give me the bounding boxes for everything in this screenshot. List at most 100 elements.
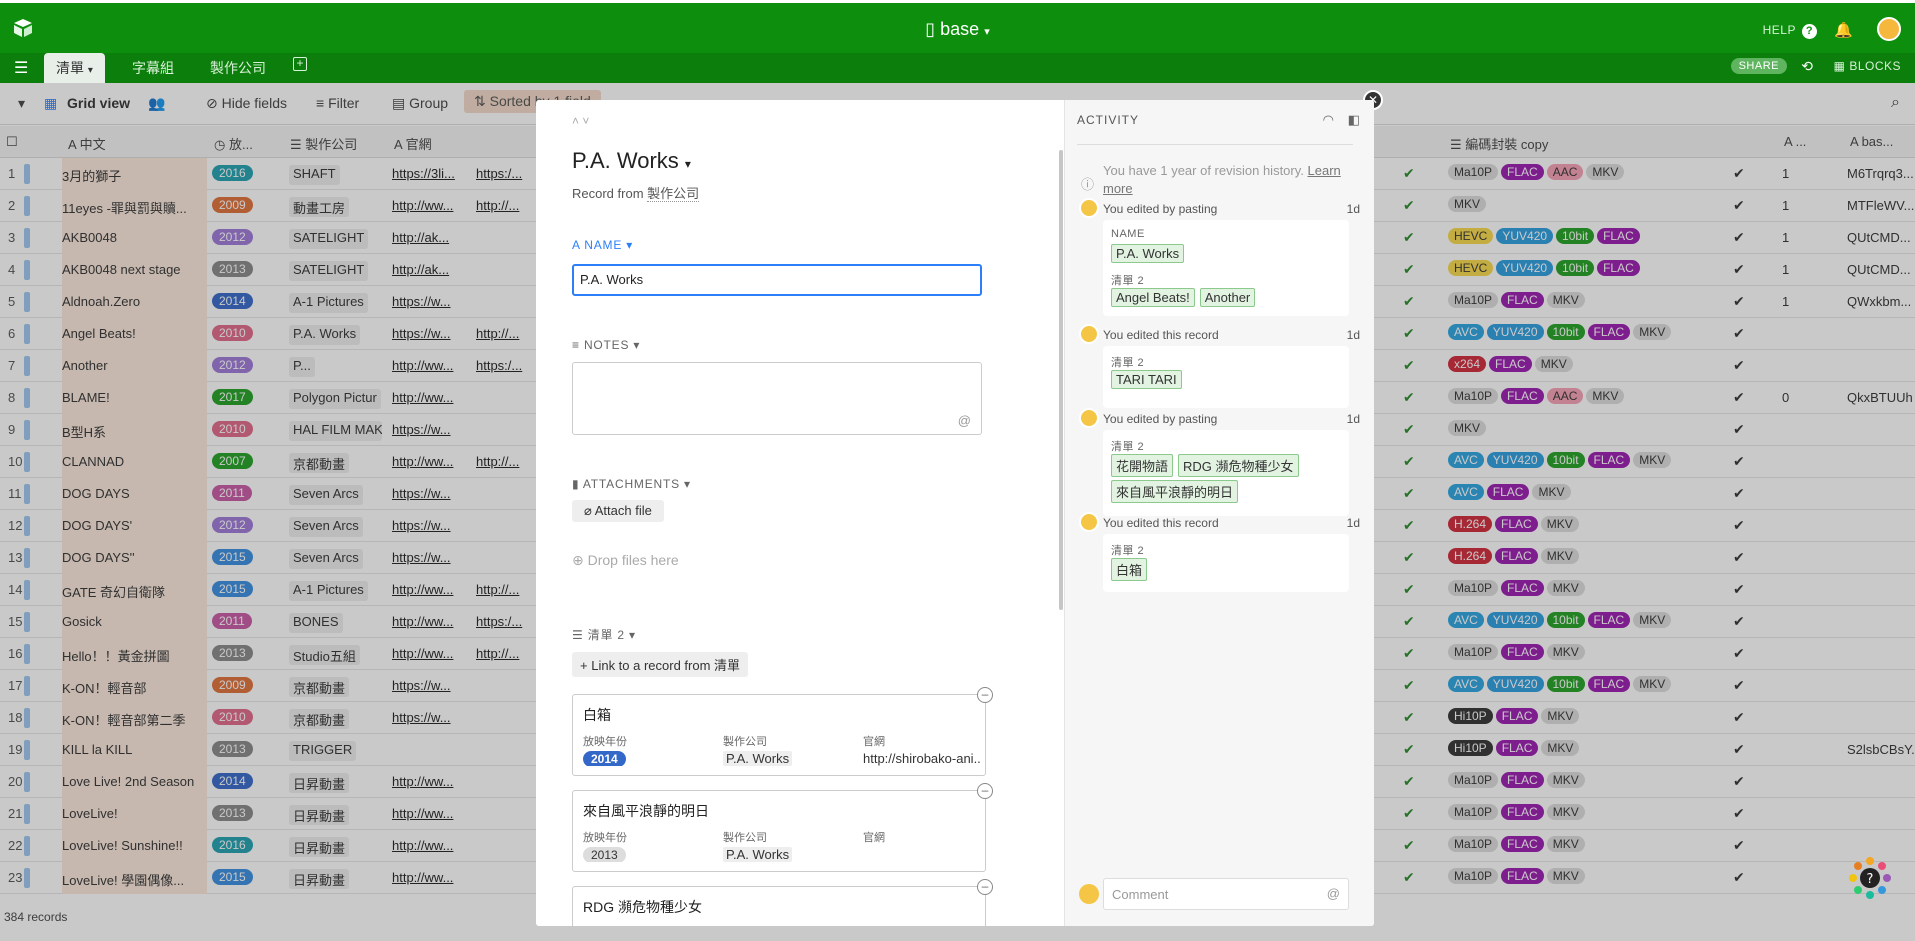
tab-list[interactable]: 清單 ▾ <box>44 53 105 83</box>
activity-field-label: 清單 2 <box>1111 357 1145 369</box>
name-input[interactable]: P.A. Works <box>572 264 982 296</box>
company-chip: P.A. Works <box>723 847 793 862</box>
blocks-button[interactable]: ▦ BLOCKS <box>1834 59 1901 73</box>
history-icon[interactable]: ⟲ <box>1801 58 1813 75</box>
attach-file-button[interactable]: ⌀ Attach file <box>572 500 664 522</box>
record-nav-arrows-icon[interactable]: ˄ ˅ <box>572 114 589 128</box>
activity-event-time: 1d <box>1346 412 1360 426</box>
base-title[interactable]: ▯ base ▾ <box>0 19 1915 40</box>
avatar <box>1079 324 1099 344</box>
activity-chip: Angel Beats! <box>1111 288 1195 307</box>
drop-zone[interactable]: ⊕ Drop files here <box>572 552 679 569</box>
linked-field-label[interactable]: ☰ 清單 2 ▾ <box>572 626 636 643</box>
activity-event-card: 清單 2 TARI TARI <box>1103 346 1349 408</box>
activity-event-time: 1d <box>1346 328 1360 342</box>
record-source: Record from 製作公司 <box>572 186 700 202</box>
avatar <box>1079 512 1099 532</box>
activity-event-card: 清單 2 花開物語 RDG 瀕危物種少女來自風平浪靜的明日 <box>1103 430 1349 516</box>
company-chip: P.A. Works <box>723 751 793 766</box>
activity-chips: Angel Beats! Another <box>1111 288 1347 310</box>
activity-chip: 花開物語 <box>1111 454 1174 477</box>
activity-field-label: 清單 2 <box>1111 441 1145 453</box>
linked-record-card[interactable]: – 來自風平浪靜的明日 放映年份 製作公司 官網 2013 P.A. Works <box>572 783 993 872</box>
activity-chips: P.A. Works <box>1111 244 1347 266</box>
record-title[interactable]: P.A. Works ▾ <box>572 148 691 174</box>
tables-bar <box>0 53 1915 83</box>
mention-icon[interactable]: @ <box>958 413 971 428</box>
card-title: 白箱 <box>583 707 611 723</box>
card-label: 放映年份 <box>583 832 627 844</box>
linked-record-card[interactable]: – 白箱 放映年份 製作公司 官網 2014 P.A. Works http:/… <box>572 687 993 776</box>
card-label: 官網 <box>863 832 885 844</box>
activity-chips: 花開物語 RDG 瀕危物種少女來自風平浪靜的明日 <box>1111 454 1347 506</box>
activity-chip: 白箱 <box>1111 558 1148 581</box>
activity-event-heading: You edited this record <box>1103 328 1219 342</box>
activity-field-label: 清單 2 <box>1111 545 1145 557</box>
question-icon: ? <box>1802 24 1817 39</box>
notes-textarea[interactable]: @ <box>572 362 982 435</box>
link-record-button[interactable]: + Link to a record from 清單 <box>572 652 749 677</box>
info-icon: ⓘ <box>1081 177 1095 192</box>
bell-icon[interactable]: 🔔 <box>1834 21 1853 39</box>
attachments-field-label[interactable]: ▮ ATTACHMENTS ▾ <box>572 477 691 491</box>
user-avatar[interactable] <box>1877 17 1901 41</box>
activity-event-card: 清單 2 白箱 <box>1103 534 1349 592</box>
help-fab-icon[interactable]: ? <box>1845 853 1895 903</box>
site-value: http://shirobako-ani... <box>863 751 981 766</box>
card-label: 製作公司 <box>723 736 767 748</box>
mention-icon[interactable]: @ <box>1327 886 1340 901</box>
activity-event-heading: You edited by pasting <box>1103 412 1218 426</box>
avatar <box>1079 884 1099 904</box>
activity-chip: P.A. Works <box>1111 244 1185 263</box>
activity-field-label: 清單 2 <box>1111 275 1145 287</box>
activity-event-card: NAME P.A. Works 清單 2 Angel Beats! Another <box>1103 220 1349 316</box>
activity-chip: 來自風平浪靜的明日 <box>1111 480 1239 503</box>
year-badge: 2014 <box>583 751 626 766</box>
activity-event-heading: You edited by pasting <box>1103 202 1218 216</box>
base-name: base <box>940 19 980 39</box>
remove-link-icon[interactable]: – <box>977 783 993 799</box>
activity-chip: Another <box>1199 288 1256 307</box>
activity-chip: RDG 瀕危物種少女 <box>1178 454 1299 477</box>
remove-link-icon[interactable]: – <box>977 879 993 895</box>
activity-chips: 白箱 <box>1111 558 1347 584</box>
avatar <box>1079 408 1099 428</box>
book-icon: ▯ <box>925 19 941 39</box>
activity-event-time: 1d <box>1346 516 1360 530</box>
notes-field-label[interactable]: ≡ NOTES ▾ <box>572 338 640 352</box>
tab-studios[interactable]: 製作公司 <box>198 53 278 83</box>
name-field-label[interactable]: A NAME ▾ <box>572 238 633 252</box>
year-badge: 2013 <box>583 847 626 862</box>
card-label: 官網 <box>863 736 885 748</box>
rss-icon[interactable]: ◠ <box>1323 112 1334 128</box>
chevron-down-icon: ▾ <box>984 26 990 38</box>
comment-input[interactable]: Comment @ <box>1103 878 1349 910</box>
help-button[interactable]: HELP? <box>1763 23 1817 39</box>
add-table-icon[interactable]: + <box>293 57 307 71</box>
svg-text:?: ? <box>1867 872 1874 887</box>
linked-record-card[interactable]: – RDG 瀕危物種少女 <box>572 879 993 926</box>
activity-title: ACTIVITY <box>1077 113 1140 127</box>
revision-note: You have 1 year of revision history. Lea… <box>1103 163 1341 196</box>
remove-link-icon[interactable]: – <box>977 687 993 703</box>
activity-event-time: 1d <box>1346 202 1360 216</box>
record-fields-panel: ˄ ˅ P.A. Works ▾ Record from 製作公司 A NAME… <box>536 100 1064 926</box>
avatar <box>1079 198 1099 218</box>
hamburger-menu-icon[interactable]: ☰ <box>14 58 28 78</box>
scrollbar[interactable] <box>1059 150 1063 610</box>
share-button[interactable]: SHARE <box>1730 58 1787 74</box>
activity-chip: TARI TARI <box>1111 370 1182 389</box>
activity-panel: ACTIVITY ◠ ◧ ⓘ You have 1 year of revisi… <box>1064 100 1374 926</box>
card-label: 放映年份 <box>583 736 627 748</box>
card-label: 製作公司 <box>723 832 767 844</box>
divider <box>1077 144 1353 145</box>
source-table-link[interactable]: 製作公司 <box>647 186 700 202</box>
card-title: 來自風平浪靜的明日 <box>583 803 709 819</box>
tab-subtitle-groups[interactable]: 字幕組 <box>120 53 186 83</box>
record-modal: ˄ ˅ P.A. Works ▾ Record from 製作公司 A NAME… <box>536 100 1374 926</box>
card-title: RDG 瀕危物種少女 <box>583 899 702 915</box>
collapse-panel-icon[interactable]: ◧ <box>1348 112 1360 128</box>
activity-event-heading: You edited this record <box>1103 516 1219 530</box>
chevron-down-icon: ▾ <box>87 65 93 76</box>
top-bar: ▯ base ▾ HELP? 🔔 <box>0 0 1915 53</box>
